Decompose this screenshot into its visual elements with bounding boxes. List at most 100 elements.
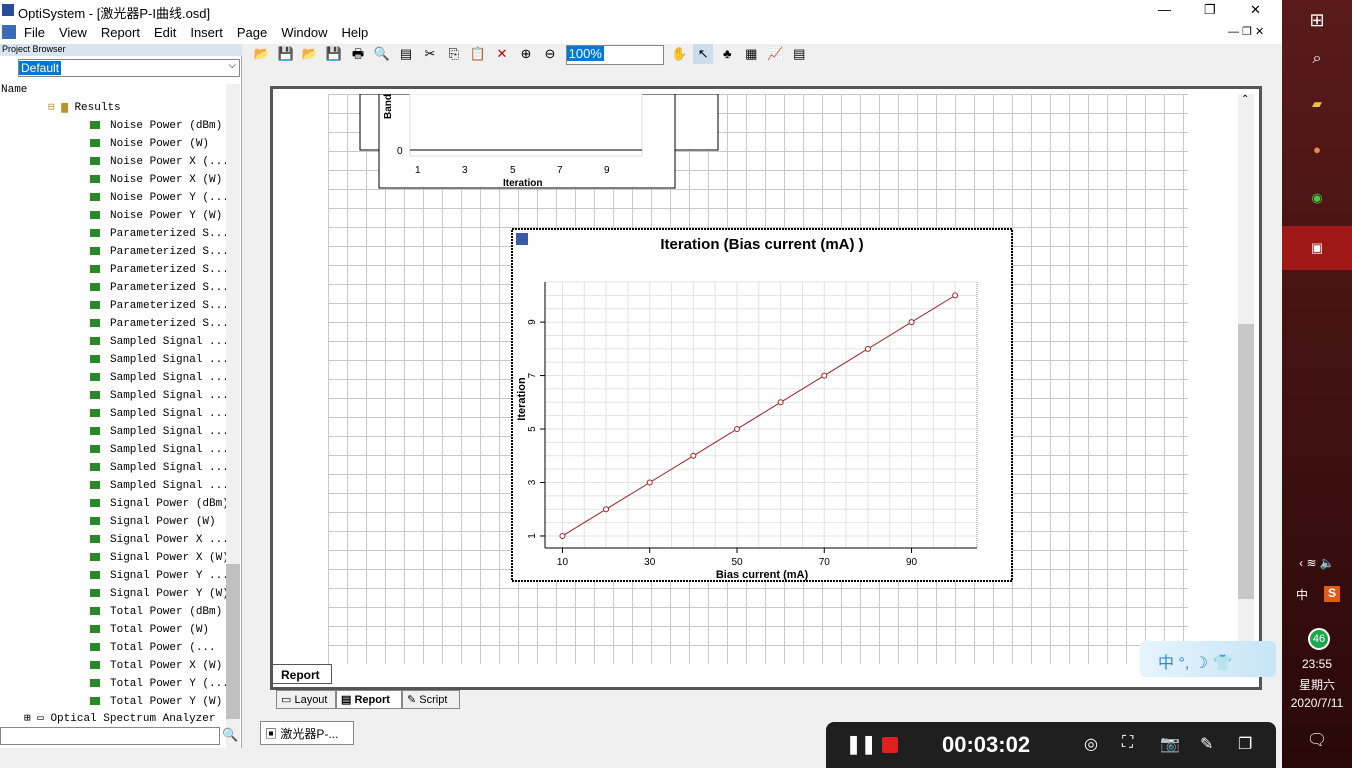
fullscreen-icon[interactable]: ⛶ bbox=[1122, 734, 1133, 752]
open-template-icon[interactable]: 📂 bbox=[300, 44, 320, 64]
previous-graph[interactable]: Band 0 1 3 5 7 9 Iteration bbox=[355, 94, 725, 190]
tree-item[interactable]: Sampled Signal ... bbox=[90, 351, 226, 369]
optisystem-taskbar-icon[interactable]: ▣ bbox=[1282, 226, 1352, 270]
menu-report[interactable]: Report bbox=[101, 25, 140, 40]
tree-folder-results[interactable]: ⊟ ▆ Results bbox=[48, 99, 121, 117]
menu-window[interactable]: Window bbox=[281, 25, 327, 40]
pointer-icon[interactable]: ↖ bbox=[693, 44, 714, 64]
copy-icon[interactable]: ⎘ bbox=[444, 44, 464, 64]
tree-item[interactable]: Signal Power (dBm) bbox=[90, 495, 226, 513]
menu-help[interactable]: Help bbox=[341, 25, 368, 40]
menu-file[interactable]: File bbox=[24, 25, 45, 40]
minimize-button[interactable]: — bbox=[1158, 2, 1171, 17]
stop-icon[interactable] bbox=[882, 737, 898, 753]
tree-item[interactable]: Parameterized S... bbox=[90, 243, 226, 261]
camera-icon[interactable]: 📷 bbox=[1160, 734, 1180, 754]
graph-icon[interactable]: 📈 bbox=[765, 44, 785, 64]
tree-item[interactable]: Sampled Signal ... bbox=[90, 405, 226, 423]
properties-icon[interactable]: ▤ bbox=[396, 44, 416, 64]
tree-item[interactable]: Signal Power (W) bbox=[90, 513, 216, 531]
sogou-icon[interactable]: S bbox=[1324, 586, 1340, 602]
wechat-icon[interactable]: ◉ bbox=[1282, 190, 1352, 206]
zoom-select[interactable]: 100% bbox=[565, 45, 664, 65]
tree-item[interactable]: Noise Power X (W) bbox=[90, 171, 222, 189]
pi-curve-graph[interactable]: Iteration (Bias current (mA) ) 10 30 50 70 9… bbox=[510, 227, 1014, 583]
print-preview-icon[interactable]: 🔍 bbox=[372, 44, 392, 64]
mdi-controls[interactable]: — ❐ ✕ bbox=[1228, 25, 1264, 38]
canvas-scrollbar[interactable]: ⌃ bbox=[1238, 94, 1254, 664]
hand-icon[interactable]: ✋ bbox=[669, 44, 689, 64]
tree-item[interactable]: Sampled Signal ... bbox=[90, 441, 226, 459]
text-icon[interactable]: ▤ bbox=[789, 44, 809, 64]
tree-item[interactable]: Signal Power X (W) bbox=[90, 549, 226, 567]
screenshot-region-icon[interactable]: ◎ bbox=[1084, 734, 1098, 754]
open-icon[interactable]: 📂 bbox=[252, 44, 272, 64]
file-explorer-icon[interactable]: ▰ bbox=[1282, 96, 1352, 112]
tree-item[interactable]: Total Power (dBm) bbox=[90, 603, 222, 621]
start-icon[interactable]: ⊞ bbox=[1282, 10, 1352, 31]
document-tab[interactable]: ▣ 激光器P-... bbox=[260, 721, 354, 745]
tree-item[interactable]: Noise Power X (... bbox=[90, 153, 226, 171]
browser-icon[interactable]: ● bbox=[1282, 142, 1352, 157]
tree-item[interactable]: Noise Power Y (W) bbox=[90, 207, 222, 225]
tray-icons[interactable]: ‹ ≋ 🔈 bbox=[1282, 556, 1352, 570]
component-icon[interactable]: ♣ bbox=[717, 44, 737, 64]
notification-icon[interactable]: 🗨 bbox=[1282, 730, 1352, 750]
table-icon[interactable]: ▦ bbox=[741, 44, 761, 64]
tree-item[interactable]: Sampled Signal ... bbox=[90, 387, 226, 405]
menu-edit[interactable]: Edit bbox=[154, 25, 176, 40]
tree-item[interactable]: Noise Power Y (... bbox=[90, 189, 226, 207]
delete-icon[interactable]: ✕ bbox=[492, 44, 512, 64]
menu-view[interactable]: View bbox=[59, 25, 87, 40]
tree-item[interactable]: Noise Power (W) bbox=[90, 135, 209, 153]
tree-item[interactable]: Parameterized S... bbox=[90, 279, 226, 297]
tab-report[interactable]: ▤ Report bbox=[336, 690, 402, 709]
tree-scrollbar[interactable] bbox=[226, 84, 240, 752]
window-mode-icon[interactable]: ❐ bbox=[1238, 734, 1252, 754]
ime-toolbar[interactable]: 中 °, ☽ 👕 bbox=[1140, 641, 1276, 677]
tree-item[interactable]: Signal Power X ... bbox=[90, 531, 226, 549]
tree-item[interactable]: Sampled Signal ... bbox=[90, 477, 226, 495]
tree-item[interactable]: Parameterized S... bbox=[90, 297, 226, 315]
tree-item[interactable]: Sampled Signal ... bbox=[90, 333, 226, 351]
tree-item[interactable]: Total Power (W) bbox=[90, 621, 209, 639]
ime-indicator[interactable]: 中 bbox=[1296, 586, 1308, 603]
save-icon[interactable]: 💾 bbox=[276, 44, 296, 64]
pause-icon[interactable]: ❚❚ bbox=[846, 734, 876, 755]
zoom-out-icon[interactable]: ⊖ bbox=[540, 44, 560, 64]
tab-layout[interactable]: ▭ Layout bbox=[276, 690, 336, 709]
tree-item[interactable]: Sampled Signal ... bbox=[90, 423, 226, 441]
menu-insert[interactable]: Insert bbox=[190, 25, 223, 40]
tree-item[interactable]: Total Power (... bbox=[90, 639, 216, 657]
tree-item[interactable]: Signal Power Y (W) bbox=[90, 585, 226, 603]
security-badge[interactable]: 46 bbox=[1308, 628, 1330, 650]
tree-item[interactable]: Parameterized S... bbox=[90, 261, 226, 279]
close-button[interactable]: ✕ bbox=[1250, 2, 1261, 18]
tree-item[interactable]: Sampled Signal ... bbox=[90, 459, 226, 477]
project-select[interactable]: Default ⌵ bbox=[18, 59, 240, 77]
save-template-icon[interactable]: 💾 bbox=[324, 44, 344, 64]
search-input[interactable] bbox=[0, 727, 220, 745]
tab-script[interactable]: ✎ Script bbox=[402, 690, 460, 709]
menu-page[interactable]: Page bbox=[237, 25, 267, 40]
tree-item[interactable]: Parameterized S... bbox=[90, 315, 226, 333]
tree-item[interactable]: Noise Power (dBm) bbox=[90, 117, 222, 135]
report-page-tab[interactable]: Report bbox=[272, 664, 332, 684]
search-icon[interactable]: 🔍 bbox=[222, 727, 238, 743]
tree-node-next[interactable]: ⊞ ▭ Optical Spectrum Analyzer bbox=[24, 711, 215, 725]
cut-icon[interactable]: ✂ bbox=[420, 44, 440, 64]
maximize-button[interactable]: ❐ bbox=[1204, 2, 1216, 18]
tree-item[interactable]: Parameterized S... bbox=[90, 225, 226, 243]
clock-time[interactable]: 23:55 bbox=[1282, 657, 1352, 671]
tree-item[interactable]: Total Power X (W) bbox=[90, 657, 222, 675]
tree-item[interactable]: Sampled Signal ... bbox=[90, 369, 226, 387]
tree-item[interactable]: Total Power Y (W) bbox=[90, 693, 222, 711]
pen-icon[interactable]: ✎ bbox=[1200, 734, 1213, 754]
tree-item[interactable]: Signal Power Y ... bbox=[90, 567, 226, 585]
print-icon[interactable]: 🖶 bbox=[348, 44, 368, 64]
paste-icon[interactable]: 📋 bbox=[468, 44, 488, 64]
tree-item[interactable]: Total Power Y (... bbox=[90, 675, 226, 693]
scroll-up-icon[interactable]: ⌃ bbox=[1241, 94, 1249, 105]
search-taskbar-icon[interactable]: ⌕ bbox=[1282, 50, 1352, 68]
zoom-in-icon[interactable]: ⊕ bbox=[516, 44, 536, 64]
